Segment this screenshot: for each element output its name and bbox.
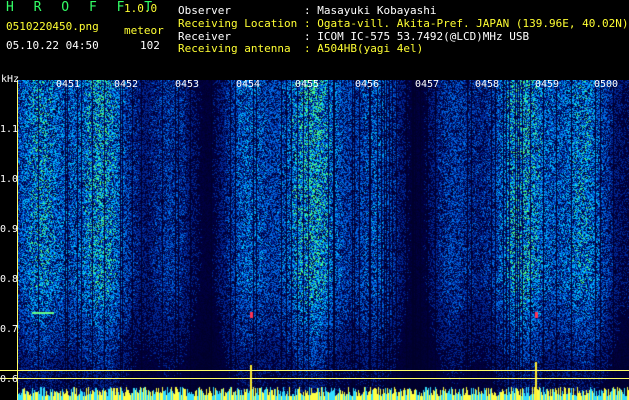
y-tick-label: 0.9	[0, 224, 19, 235]
observer-label: Observer	[178, 4, 231, 17]
x-tick-label: 0452	[114, 79, 139, 90]
spectrogram	[18, 80, 629, 400]
location-value: : Ogata-vill. Akita-Pref. JAPAN (139.96E…	[304, 17, 629, 30]
baseline-upper	[0, 370, 629, 371]
y-tick-label: 1.0	[0, 174, 19, 185]
x-tick-label: 0459	[535, 79, 560, 90]
file-name: 0510220450.png	[6, 20, 99, 33]
x-tick-label: 0451	[56, 79, 81, 90]
x-tick-label: 0457	[415, 79, 440, 90]
y-tick-label: 1.1	[0, 124, 19, 135]
y-tick-label: 0.8	[0, 274, 19, 285]
meteor-count: 102	[140, 39, 160, 52]
y-unit-label: kHz	[1, 74, 20, 85]
x-tick-label: 0453	[175, 79, 200, 90]
location-label: Receiving Location	[178, 17, 298, 30]
x-tick-label: 0455	[295, 79, 320, 90]
x-tick-label: 0458	[475, 79, 500, 90]
antenna-label: Receiving antenna	[178, 42, 291, 55]
app-version: 1.0.0	[124, 2, 158, 15]
baseline-lower	[0, 378, 629, 379]
mode-label: meteor	[124, 24, 164, 37]
x-tick-label: 0454	[236, 79, 261, 90]
datetime: 05.10.22 04:50	[6, 39, 99, 52]
antenna-value: : A504HB(yagi 4el)	[304, 42, 424, 55]
observer-value: : Masayuki Kobayashi	[304, 4, 437, 17]
y-tick-label: 0.6	[0, 374, 19, 385]
x-tick-label: 0500	[594, 79, 619, 90]
y-tick-label: 0.7	[0, 324, 19, 335]
x-tick-label: 0456	[355, 79, 380, 90]
